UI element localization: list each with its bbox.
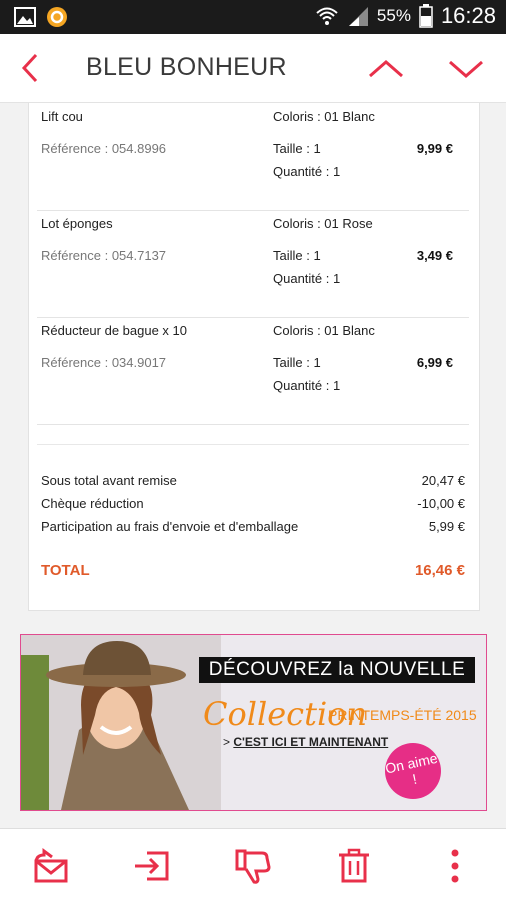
gallery-notification-icon bbox=[14, 7, 36, 27]
item-price: 9,99 € bbox=[416, 141, 453, 156]
banner-headline: DÉCOUVREZ la NOUVELLE bbox=[199, 657, 475, 683]
item-name: Lot éponges bbox=[41, 216, 113, 231]
clock: 16:28 bbox=[440, 3, 496, 28]
item-price: 6,99 € bbox=[416, 355, 453, 370]
item-name: Réducteur de bague x 10 bbox=[41, 323, 187, 338]
item-color: Coloris : 01 Blanc bbox=[273, 109, 375, 124]
item-size: Taille : 1 bbox=[273, 248, 321, 263]
voucher-label: Chèque réduction bbox=[41, 496, 144, 511]
total-value: 16,46 € bbox=[414, 562, 465, 579]
chevron-up-icon[interactable] bbox=[366, 56, 406, 80]
item-quantity: Quantité : 1 bbox=[273, 271, 341, 286]
bottom-toolbar bbox=[0, 828, 506, 901]
item-reference: Référence : 054.8996 bbox=[41, 141, 167, 156]
item-color: Coloris : 01 Blanc bbox=[273, 323, 375, 338]
status-indicators: 55% 16:28 bbox=[315, 3, 496, 29]
item-color: Coloris : 01 Rose bbox=[273, 216, 373, 231]
item-reference: Référence : 034.9017 bbox=[41, 355, 167, 370]
battery-fill bbox=[420, 16, 431, 26]
model-photo bbox=[21, 635, 221, 810]
divider bbox=[37, 444, 469, 445]
shipping-value: 5,99 € bbox=[428, 519, 465, 534]
move-to-folder-icon[interactable] bbox=[133, 847, 171, 885]
item-quantity: Quantité : 1 bbox=[273, 378, 341, 393]
order-item: Lot éponges Référence : 054.7137 Coloris… bbox=[37, 210, 469, 318]
status-notifications bbox=[14, 6, 68, 28]
item-name: Lift cou bbox=[41, 109, 83, 124]
app-bar: BLEU BONHEUR bbox=[0, 34, 506, 103]
shipping-label: Participation au frais d'envoie et d'emb… bbox=[41, 519, 299, 534]
battery-percent: 55% bbox=[376, 6, 411, 25]
cta-link[interactable]: C'EST ICI ET MAINTENANT bbox=[233, 735, 388, 749]
back-arrow-icon[interactable] bbox=[18, 52, 42, 84]
item-size: Taille : 1 bbox=[273, 141, 321, 156]
promo-banner[interactable]: DÉCOUVREZ la NOUVELLE Collection PRINTEM… bbox=[20, 634, 487, 811]
battery-icon bbox=[419, 4, 433, 28]
order-item: Réducteur de bague x 10 Référence : 034.… bbox=[37, 317, 469, 425]
item-size: Taille : 1 bbox=[273, 355, 321, 370]
item-reference: Référence : 054.7137 bbox=[41, 248, 167, 263]
wifi-icon bbox=[316, 7, 338, 25]
message-body[interactable]: Lift cou Référence : 054.8996 Coloris : … bbox=[0, 103, 506, 828]
trash-icon[interactable] bbox=[335, 847, 373, 885]
signal-icon bbox=[348, 7, 368, 26]
item-quantity: Quantité : 1 bbox=[273, 164, 341, 179]
page-title: BLEU BONHEUR bbox=[86, 53, 287, 81]
on-aime-badge: On aime ! bbox=[379, 737, 447, 805]
thumbs-down-icon[interactable] bbox=[234, 847, 272, 885]
status-bar: 55% 16:28 bbox=[0, 0, 506, 34]
subtotal-label: Sous total avant remise bbox=[41, 473, 177, 488]
order-summary-card: Lift cou Référence : 054.8996 Coloris : … bbox=[28, 103, 480, 611]
total-label: TOTAL bbox=[41, 562, 90, 579]
subtotal-value: 20,47 € bbox=[421, 473, 465, 488]
app-notification-icon bbox=[47, 7, 67, 27]
voucher-value: -10,00 € bbox=[417, 496, 465, 511]
reply-all-icon[interactable] bbox=[32, 847, 70, 885]
order-item: Lift cou Référence : 054.8996 Coloris : … bbox=[37, 103, 469, 211]
item-price: 3,49 € bbox=[416, 248, 453, 263]
banner-season: PRINTEMPS-ÉTÉ 2015 bbox=[328, 707, 477, 723]
cta-arrow: > bbox=[223, 735, 231, 749]
banner-cta[interactable]: > C'EST ICI ET MAINTENANT bbox=[223, 735, 388, 749]
chevron-down-icon[interactable] bbox=[446, 56, 486, 80]
more-icon[interactable] bbox=[436, 847, 474, 885]
